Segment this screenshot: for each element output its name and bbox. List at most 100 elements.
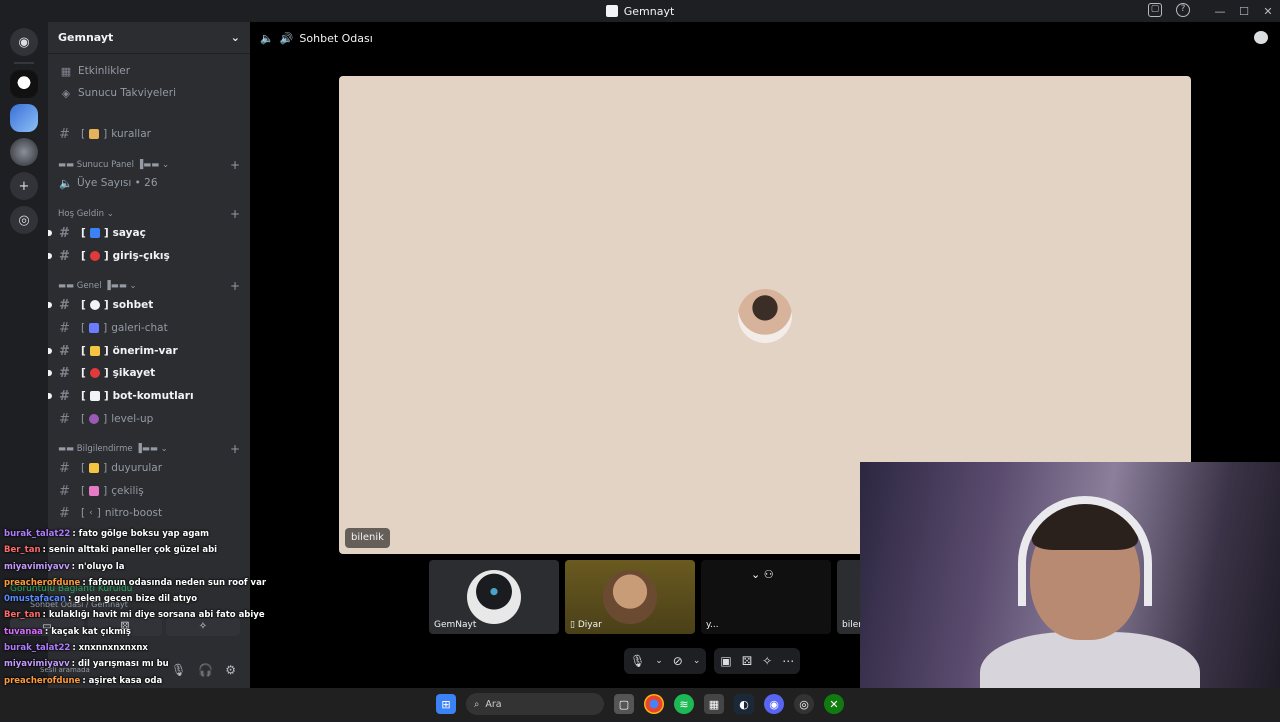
inbox-icon[interactable]: ▢ (1148, 3, 1162, 17)
channel-sayac[interactable]: # [] sayaç (48, 222, 250, 244)
chat-message: 0mustafacan: gelen gecen bize dil atıyo (4, 591, 244, 607)
events-link[interactable]: ▦ Etkinlikler (48, 60, 250, 82)
numbers-emoji-icon (89, 228, 100, 238)
more-options-icon[interactable]: ⋯ (782, 654, 794, 668)
channel-kurallar[interactable]: # [] kurallar (48, 123, 250, 145)
category-genel[interactable]: ▬▬ Genel ▐▬▬ ⌄ + (58, 278, 240, 294)
chrome-icon[interactable] (644, 694, 664, 714)
server-boosts-link[interactable]: ◈ Sunucu Takviyeleri (48, 82, 250, 104)
channel-member-count[interactable]: 🔈 Üye Sayısı • 26 (48, 172, 250, 194)
channel-giris-cikis[interactable]: # [] giriş-çıkış (48, 245, 250, 267)
screen-share-icon[interactable]: ▣ (720, 654, 731, 668)
server-icon[interactable] (10, 138, 38, 166)
add-channel-icon[interactable]: + (230, 158, 240, 172)
channel-sikayet[interactable]: # [] şikayet (48, 362, 250, 384)
chat-username: preacherofdune (4, 675, 81, 686)
server-gemnayt-icon[interactable] (10, 70, 38, 98)
speaker-icon: 🔈 (260, 31, 274, 45)
mic-control: 🎙 ⌄ ⊘ ⌄ (624, 648, 707, 674)
channel-level-up[interactable]: # [] level-up (48, 408, 250, 430)
windows-start-icon[interactable]: ⊞ (436, 694, 456, 714)
chat-username: burak_talat22 (4, 529, 71, 539)
server-name: Gemnayt (58, 31, 114, 44)
channel-header: 🔈 🔊 Sohbet Odası (250, 22, 1280, 54)
call-controls: 🎙 ⌄ ⊘ ⌄ ▣ ⚄ ✧ ⋯ (624, 648, 801, 674)
discord-home-icon[interactable]: ◉ (10, 28, 38, 56)
close-button[interactable]: ✕ (1256, 5, 1280, 18)
add-channel-icon[interactable]: + (230, 207, 240, 221)
spotify-icon[interactable]: ≋ (674, 694, 694, 714)
participant-tile[interactable]: ▯ Diyar (565, 560, 695, 634)
chat-username: burak_talat22 (4, 643, 71, 654)
participant-strip: GemNayt ▯ Diyar ⌄ ⚇ y... bilen... (429, 560, 863, 634)
steam-icon[interactable]: ◐ (734, 694, 754, 714)
no-entry-emoji-icon (89, 368, 100, 378)
chat-text: : aşiret kasa oda (82, 675, 163, 686)
chat-bubble-icon[interactable] (1254, 31, 1268, 44)
participant-name-tag: bilenik (345, 528, 390, 548)
chevron-down-icon[interactable]: ⌄ (693, 656, 701, 666)
participant-tile[interactable]: GemNayt (429, 560, 559, 634)
calendar-icon: ▦ (60, 64, 72, 78)
chevron-down-icon[interactable]: ⌄ (655, 656, 663, 666)
channel-cekilis[interactable]: # [] çekiliş (48, 480, 250, 502)
window-title: Gemnayt (623, 4, 675, 18)
activity-controls: ▣ ⚄ ✧ ⋯ (714, 648, 801, 674)
maximize-button[interactable]: ☐ (1232, 5, 1256, 18)
camera-off-icon[interactable]: ⊘ (673, 654, 683, 668)
server-icon[interactable] (10, 104, 38, 132)
discord-taskbar-icon[interactable]: ◉ (764, 694, 784, 714)
store-icon[interactable]: ▦ (704, 694, 724, 714)
title-bar: Gemnayt ▢ ? — ☐ ✕ (0, 0, 1280, 22)
participant-tile[interactable]: ⌄ ⚇ y... (701, 560, 831, 634)
xbox-icon[interactable]: ✕ (824, 694, 844, 714)
channel-bot-komutlari[interactable]: # [] bot-komutları (48, 385, 250, 407)
channel-sohbet[interactable]: # [] sohbet (48, 294, 250, 316)
chat-message: preacherofdune: aşiret kasa oda (4, 673, 244, 689)
task-view-icon[interactable]: ▢ (614, 694, 634, 714)
hash-icon: # (59, 320, 70, 336)
app-icon[interactable]: ◎ (794, 694, 814, 714)
explore-icon[interactable]: ◎ (10, 206, 38, 234)
unread-indicator (48, 253, 52, 259)
hash-icon: # (59, 343, 70, 359)
add-channel-icon[interactable]: + (230, 442, 240, 456)
orb-emoji-icon (89, 414, 100, 424)
hash-icon: # (59, 365, 70, 381)
chat-message: Ber_tan: senin alttaki paneller çok güze… (4, 542, 244, 558)
taskbar-search[interactable]: ⌕ Ara (466, 693, 604, 715)
chat-text: : kaçak kat çıkmış (44, 626, 131, 637)
chat-text: : dil yarışması mı bu (71, 659, 169, 670)
channel-onerim-var[interactable]: # [] önerim-var (48, 340, 250, 362)
chat-message: miyavimiyavv: dil yarışması mı bu (4, 656, 244, 672)
mobile-icon: ▯ (570, 620, 578, 630)
hash-icon: # (59, 483, 70, 499)
server-header[interactable]: Gemnayt ⌄ (48, 22, 250, 54)
thumbs-up-emoji-icon (89, 346, 100, 356)
channel-nitro-boost[interactable]: # [‹] nitro-boost (48, 502, 250, 524)
add-channel-icon[interactable]: + (230, 279, 240, 293)
category-hos-geldin[interactable]: Hoş Geldin ⌄ + (58, 206, 240, 222)
ghost-emoji-icon (89, 391, 100, 401)
help-icon[interactable]: ? (1176, 3, 1190, 17)
chevron-down-icon: ⌄ (230, 31, 240, 44)
camera-emoji-icon (89, 323, 100, 333)
avatar (467, 570, 521, 624)
scroll-emoji-icon (89, 129, 100, 139)
category-sunucu-panel[interactable]: ▬▬ Sunucu Panel ▐▬▬ ⌄ + (58, 157, 240, 173)
microphone-icon[interactable]: 🎙 (630, 654, 645, 668)
chat-text: : gelen gecen bize dil atıyo (67, 594, 198, 605)
activity-icon[interactable]: ⚄ (742, 654, 752, 668)
chat-message: Ber_tan: kulaklığı havit mi diye sorsana… (4, 607, 265, 623)
minimize-button[interactable]: — (1208, 5, 1232, 18)
hash-icon: # (59, 225, 70, 241)
add-server-icon[interactable]: + (10, 172, 38, 200)
chat-text: : fafonun odasında neden sun roof var (82, 577, 267, 588)
channel-galeri-chat[interactable]: # [] galeri-chat (48, 317, 250, 339)
category-bilgilendirme[interactable]: ▬▬ Bilgilendirme ▐▬▬ ⌄ + (58, 441, 240, 457)
hide-participants-icon[interactable]: ⌄ ⚇ (751, 568, 774, 581)
chat-username: miyavimiyavv (4, 659, 70, 670)
soundboard-icon[interactable]: ✧ (762, 654, 772, 668)
channel-duyurular[interactable]: # [] duyurular (48, 457, 250, 479)
hash-icon: # (59, 460, 70, 476)
